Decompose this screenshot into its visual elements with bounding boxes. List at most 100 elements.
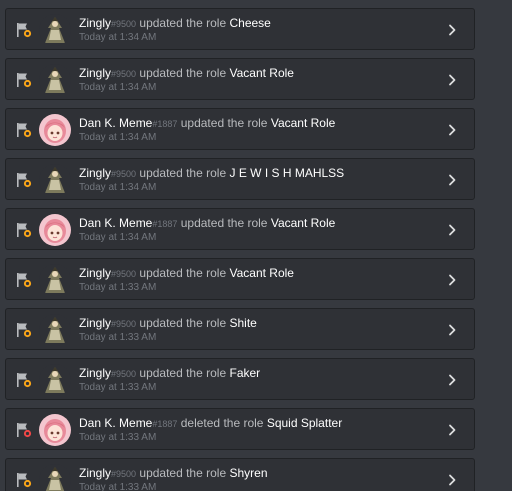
target-role: Faker xyxy=(229,366,261,380)
audit-log-list: Zingly#9500 updated the role Cheese Today… xyxy=(0,0,512,491)
chevron-right-icon[interactable] xyxy=(446,423,458,437)
timestamp: Today at 1:34 AM xyxy=(79,182,157,193)
avatar xyxy=(39,164,71,196)
user-discriminator: #9500 xyxy=(111,369,137,379)
action-text: updated the role xyxy=(139,166,227,180)
chevron-right-icon[interactable] xyxy=(446,73,458,87)
timestamp: Today at 1:34 AM xyxy=(79,132,157,143)
target-role: Vacant Role xyxy=(270,116,336,130)
user-discriminator: #9500 xyxy=(111,469,137,479)
target-role: Shite xyxy=(229,316,257,330)
username[interactable]: Dan K. Meme xyxy=(79,116,152,130)
entry-description: Zingly#9500 updated the role Cheese xyxy=(79,16,271,32)
role-update-icon xyxy=(16,322,32,338)
username[interactable]: Dan K. Meme xyxy=(79,216,152,230)
target-role: Vacant Role xyxy=(229,266,294,280)
audit-log-entry[interactable]: Zingly#9500 updated the role J E W I S H… xyxy=(5,158,475,200)
timestamp: Today at 1:34 AM xyxy=(79,32,157,43)
chevron-right-icon[interactable] xyxy=(446,273,458,287)
chevron-right-icon[interactable] xyxy=(446,323,458,337)
target-role: Shyren xyxy=(229,466,268,480)
role-update-icon xyxy=(16,222,32,238)
audit-log-entry[interactable]: Zingly#9500 updated the role Vacant Role… xyxy=(5,258,475,300)
audit-log-entry[interactable]: Dan K. Meme#1887 updated the role Vacant… xyxy=(5,108,475,150)
username[interactable]: Dan K. Meme xyxy=(79,416,152,430)
username[interactable]: Zingly xyxy=(79,266,111,280)
user-discriminator: #9500 xyxy=(111,319,137,329)
avatar xyxy=(39,314,71,346)
entry-description: Zingly#9500 updated the role Shite xyxy=(79,316,257,332)
target-role: Squid Splatter xyxy=(266,416,343,430)
target-role: Vacant Role xyxy=(229,66,294,80)
audit-log-entry[interactable]: Zingly#9500 updated the role Vacant Role… xyxy=(5,58,475,100)
role-update-icon xyxy=(16,122,32,138)
username[interactable]: Zingly xyxy=(79,66,111,80)
entry-description: Dan K. Meme#1887 deleted the role Squid … xyxy=(79,416,342,432)
entry-description: Dan K. Meme#1887 updated the role Vacant… xyxy=(79,216,335,232)
timestamp: Today at 1:33 AM xyxy=(79,332,157,343)
role-update-icon xyxy=(16,472,32,488)
avatar xyxy=(39,214,71,246)
target-role: Vacant Role xyxy=(270,216,336,230)
username[interactable]: Zingly xyxy=(79,466,111,480)
chevron-right-icon[interactable] xyxy=(446,223,458,237)
chevron-right-icon[interactable] xyxy=(446,23,458,37)
avatar xyxy=(39,14,71,46)
chevron-right-icon[interactable] xyxy=(446,173,458,187)
timestamp: Today at 1:33 AM xyxy=(79,432,157,443)
entry-description: Zingly#9500 updated the role J E W I S H… xyxy=(79,166,344,182)
user-discriminator: #9500 xyxy=(111,169,137,179)
user-discriminator: #1887 xyxy=(152,419,178,429)
chevron-right-icon[interactable] xyxy=(446,123,458,137)
audit-log-entry[interactable]: Zingly#9500 updated the role Cheese Today… xyxy=(5,8,475,50)
entry-description: Zingly#9500 updated the role Vacant Role xyxy=(79,66,294,82)
username[interactable]: Zingly xyxy=(79,316,111,330)
avatar xyxy=(39,264,71,296)
entry-description: Zingly#9500 updated the role Faker xyxy=(79,366,260,382)
timestamp: Today at 1:34 AM xyxy=(79,232,157,243)
entry-description: Zingly#9500 updated the role Shyren xyxy=(79,466,268,482)
chevron-right-icon[interactable] xyxy=(446,473,458,487)
user-discriminator: #1887 xyxy=(152,219,178,229)
action-text: updated the role xyxy=(139,266,227,280)
user-discriminator: #1887 xyxy=(152,119,178,129)
role-update-icon xyxy=(16,22,32,38)
action-text: deleted the role xyxy=(180,416,264,430)
username[interactable]: Zingly xyxy=(79,366,111,380)
avatar xyxy=(39,64,71,96)
timestamp: Today at 1:33 AM xyxy=(79,382,157,393)
avatar xyxy=(39,364,71,396)
username[interactable]: Zingly xyxy=(79,166,111,180)
user-discriminator: #9500 xyxy=(111,269,137,279)
action-text: updated the role xyxy=(139,66,227,80)
action-text: updated the role xyxy=(180,116,268,130)
audit-log-entry[interactable]: Dan K. Meme#1887 updated the role Vacant… xyxy=(5,208,475,250)
user-discriminator: #9500 xyxy=(111,19,137,29)
timestamp: Today at 1:33 AM xyxy=(79,282,157,293)
role-update-icon xyxy=(16,372,32,388)
chevron-right-icon[interactable] xyxy=(446,373,458,387)
action-text: updated the role xyxy=(139,316,227,330)
action-text: updated the role xyxy=(139,466,227,480)
audit-log-entry[interactable]: Zingly#9500 updated the role Shyren Today… xyxy=(5,458,475,491)
avatar xyxy=(39,414,71,446)
role-update-icon xyxy=(16,272,32,288)
entry-description: Dan K. Meme#1887 updated the role Vacant… xyxy=(79,116,335,132)
timestamp: Today at 1:34 AM xyxy=(79,82,157,93)
user-discriminator: #9500 xyxy=(111,69,137,79)
username[interactable]: Zingly xyxy=(79,16,111,30)
role-update-icon xyxy=(16,172,32,188)
action-text: updated the role xyxy=(139,366,227,380)
action-text: updated the role xyxy=(180,216,268,230)
entry-description: Zingly#9500 updated the role Vacant Role xyxy=(79,266,294,282)
target-role: Cheese xyxy=(229,16,271,30)
avatar xyxy=(39,114,71,146)
action-text: updated the role xyxy=(139,16,227,30)
audit-log-entry[interactable]: Dan K. Meme#1887 deleted the role Squid … xyxy=(5,408,475,450)
timestamp: Today at 1:33 AM xyxy=(79,482,157,491)
audit-log-entry[interactable]: Zingly#9500 updated the role Shite Today … xyxy=(5,308,475,350)
avatar xyxy=(39,464,71,491)
role-update-icon xyxy=(16,72,32,88)
role-delete-icon xyxy=(16,422,32,438)
audit-log-entry[interactable]: Zingly#9500 updated the role Faker Today … xyxy=(5,358,475,400)
